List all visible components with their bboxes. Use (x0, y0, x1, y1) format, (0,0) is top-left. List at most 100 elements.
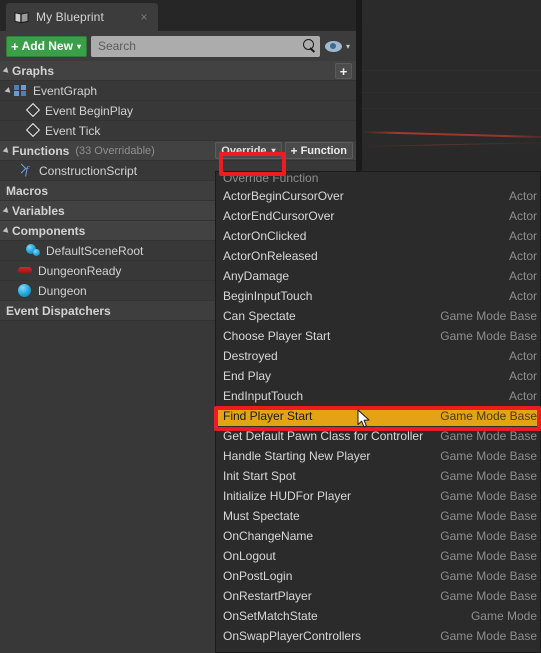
menu-item-label: ActorOnClicked (223, 229, 307, 243)
menu-item[interactable]: Initialize HUDFor Player Game Mode Base (216, 486, 540, 506)
chevron-down-icon: ▾ (271, 146, 276, 155)
menu-item[interactable]: OnRestartPlayer Game Mode Base (216, 586, 540, 606)
override-function-menu[interactable]: Override Function ActorBeginCursorOver Ac… (215, 171, 541, 653)
tree-item-label: Dungeon (38, 283, 87, 298)
menu-item[interactable]: Get Default Pawn Class for Controller Gam… (216, 426, 540, 446)
menu-item[interactable]: ActorBeginCursorOver Actor (216, 186, 540, 206)
tree-item-event-tick[interactable]: Event Tick (0, 121, 356, 141)
menu-item-category: Game Mode Base (440, 569, 537, 583)
tree-section-graphs[interactable]: Graphs + (0, 61, 356, 81)
menu-item[interactable]: ActorEndCursorOver Actor (216, 206, 540, 226)
menu-item-label: ActorBeginCursorOver (223, 189, 344, 203)
menu-item-label: AnyDamage (223, 269, 290, 283)
plus-icon: + (11, 38, 19, 54)
menu-item[interactable]: OnSetMatchState Game Mode (216, 606, 540, 626)
menu-item-label: End Play (223, 369, 272, 383)
tree-item-event-begin-play[interactable]: Event BeginPlay (0, 101, 356, 121)
menu-item-label: EndInputTouch (223, 389, 304, 403)
menu-item-label: Choose Player Start (223, 329, 331, 343)
menu-item[interactable]: Choose Player Start Game Mode Base (216, 326, 540, 346)
chevron-down-icon: ▾ (76, 41, 81, 51)
section-label: Functions (12, 143, 70, 158)
menu-item-label: BeginInputTouch (223, 289, 313, 303)
tree-item-label: DungeonReady (38, 263, 122, 278)
menu-item-label: Get Default Pawn Class for Controller (223, 429, 424, 443)
function-label: Function (300, 144, 347, 157)
search-icon (302, 39, 316, 53)
menu-item[interactable]: OnSwapPlayerControllers Game Mode Base (216, 626, 540, 646)
viewport-haze-line (361, 108, 541, 109)
event-graph-icon (14, 84, 27, 97)
menu-item-category: Actor (508, 209, 537, 223)
menu-item-category: Game Mode Base (440, 409, 537, 423)
expander-triangle-icon[interactable] (2, 227, 11, 235)
menu-item-category: Actor (508, 189, 537, 203)
menu-item-label: OnSwapPlayerControllers (223, 629, 362, 643)
menu-item[interactable]: EndInputTouch Actor (216, 386, 540, 406)
menu-item[interactable]: Can Spectate Game Mode Base (216, 306, 540, 326)
menu-item[interactable]: AnyDamage Actor (216, 266, 540, 286)
tree-item-label: ConstructionScript (39, 163, 138, 178)
menu-item-label: OnRestartPlayer (223, 589, 312, 603)
menu-item[interactable]: OnChangeName Game Mode Base (216, 526, 540, 546)
add-function-button[interactable]: + Function (284, 142, 353, 159)
scene-root-sphere-icon (26, 244, 40, 257)
viewport-red-axis-line (360, 131, 541, 139)
menu-item-category: Game Mode Base (440, 589, 537, 603)
menu-item-label: OnSetMatchState (223, 609, 318, 623)
tab-my-blueprint[interactable]: My Blueprint × (6, 3, 158, 31)
panel-toolbar: + Add New ▾ Search ▾ (0, 31, 356, 61)
section-label: Macros (6, 183, 49, 198)
mouse-cursor-icon (357, 409, 371, 429)
expander-triangle-icon[interactable] (4, 87, 13, 95)
menu-item-label: ActorEndCursorOver (223, 209, 335, 223)
menu-item-label: Destroyed (223, 349, 278, 363)
expander-triangle-icon[interactable] (2, 147, 11, 155)
functions-buttons: Override ▾ + Function (215, 142, 353, 159)
tree-section-functions[interactable]: Functions (33 Overridable) Override ▾ + … (0, 141, 356, 161)
viewport-haze-line (361, 92, 541, 93)
menu-item[interactable]: OnPostLogin Game Mode Base (216, 566, 540, 586)
menu-item[interactable]: Init Start Spot Game Mode Base (216, 466, 540, 486)
menu-item-label: Must Spectate (223, 509, 300, 523)
override-label: Override (221, 144, 267, 157)
menu-item[interactable]: OnLogout Game Mode Base (216, 546, 540, 566)
visibility-options-button[interactable]: ▾ (324, 40, 350, 52)
tree-item-event-graph[interactable]: EventGraph (0, 81, 356, 101)
menu-item-category: Game Mode Base (440, 309, 537, 323)
expander-triangle-icon[interactable] (2, 67, 11, 75)
expander-triangle-icon[interactable] (2, 207, 11, 215)
blueprint-book-icon (14, 11, 29, 24)
menu-item[interactable]: ActorOnClicked Actor (216, 226, 540, 246)
menu-item-category: Actor (508, 249, 537, 263)
viewport-faint-line (360, 142, 541, 147)
menu-item[interactable]: ActorOnReleased Actor (216, 246, 540, 266)
menu-item-category: Actor (508, 269, 537, 283)
menu-item[interactable]: Handle Starting New Player Game Mode Base (216, 446, 540, 466)
menu-item[interactable]: End Play Actor (216, 366, 540, 386)
menu-item-category: Game Mode Base (440, 529, 537, 543)
menu-item[interactable]: Find Player Start Game Mode Base (216, 406, 540, 426)
close-icon[interactable]: × (138, 10, 150, 24)
menu-header: Override Function (216, 172, 540, 186)
menu-item-category: Game Mode Base (440, 429, 537, 443)
object-sphere-icon (18, 284, 32, 297)
tree-item-label: EventGraph (33, 83, 98, 98)
add-graph-button[interactable]: + (335, 63, 352, 79)
menu-item-category: Game Mode (470, 609, 537, 623)
menu-item-category: Game Mode Base (440, 629, 537, 643)
menu-item-label: Initialize HUDFor Player (223, 489, 352, 503)
menu-item-label: ActorOnReleased (223, 249, 318, 263)
override-dropdown-button[interactable]: Override ▾ (215, 142, 282, 159)
add-new-button[interactable]: + Add New ▾ (6, 35, 87, 57)
menu-item-category: Game Mode Base (440, 449, 537, 463)
menu-item-category: Actor (508, 349, 537, 363)
eye-icon (324, 40, 342, 52)
tree-item-label: Event BeginPlay (45, 103, 134, 118)
viewport-haze-line (361, 70, 541, 71)
menu-item[interactable]: Must Spectate Game Mode Base (216, 506, 540, 526)
search-input[interactable]: Search (90, 35, 320, 57)
menu-item[interactable]: Destroyed Actor (216, 346, 540, 366)
plus-icon: + (290, 143, 298, 158)
menu-item[interactable]: BeginInputTouch Actor (216, 286, 540, 306)
